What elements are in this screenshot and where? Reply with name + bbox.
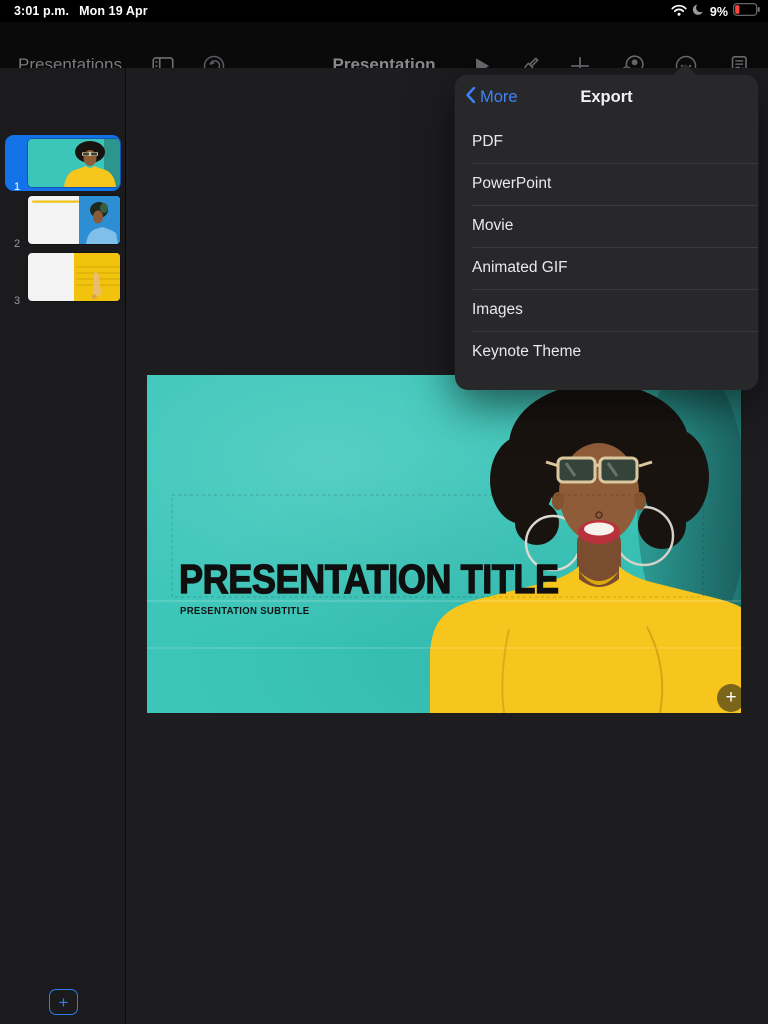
- do-not-disturb-moon-icon: [692, 3, 706, 21]
- slide-thumbnail-row-3[interactable]: 3: [0, 253, 126, 309]
- slide-navigator-sidebar: 1 2 3 +: [0, 68, 126, 1024]
- status-date: Mon 19 Apr: [79, 4, 148, 18]
- toolbar: Presentations Presentation: [0, 22, 768, 77]
- slide-thumbnail-row-1[interactable]: 1: [0, 135, 126, 195]
- sunglasses: [545, 456, 653, 484]
- menu-item-movie[interactable]: Movie: [455, 205, 758, 247]
- status-bar: 3:01 p.m. Mon 19 Apr 9%: [0, 0, 768, 22]
- slide-3-thumbnail[interactable]: [28, 253, 120, 301]
- slide-number: 2: [13, 238, 21, 250]
- menu-item-keynote-theme[interactable]: Keynote Theme: [455, 331, 758, 373]
- slide-number: 3: [13, 295, 21, 307]
- slide-2-thumbnail[interactable]: [28, 196, 120, 244]
- wifi-icon: [671, 3, 687, 21]
- plus-icon: +: [58, 992, 69, 1012]
- export-menu: PDF PowerPoint Movie Animated GIF Images…: [455, 121, 758, 373]
- slide-editor[interactable]: PRESENTATION TITLE PRESENTATION SUBTITLE…: [147, 375, 741, 713]
- popover-back-label: More: [480, 88, 518, 106]
- export-popover: More Export PDF PowerPoint Movie Animate…: [455, 63, 758, 390]
- battery-percent: 9%: [709, 5, 728, 19]
- status-indicators: 9%: [671, 3, 760, 21]
- slide-thumbnail-row-2[interactable]: 2: [0, 196, 126, 252]
- slide-subtitle-text[interactable]: PRESENTATION SUBTITLE: [180, 606, 309, 617]
- popover-header: More Export: [455, 75, 758, 121]
- battery-icon: [733, 3, 760, 21]
- status-time-date: 3:01 p.m. Mon 19 Apr: [14, 4, 158, 18]
- menu-item-images[interactable]: Images: [455, 289, 758, 331]
- menu-item-powerpoint[interactable]: PowerPoint: [455, 163, 758, 205]
- status-time: 3:01 p.m.: [14, 4, 70, 18]
- plus-icon: +: [725, 687, 737, 708]
- slide-number: 1: [13, 181, 21, 193]
- add-object-button[interactable]: +: [717, 684, 741, 712]
- slide-1-thumbnail[interactable]: [28, 139, 120, 187]
- slide-title-text[interactable]: PRESENTATION TITLE: [178, 555, 559, 603]
- keynote-app: 3:01 p.m. Mon 19 Apr 9% Presentations Pr…: [0, 0, 768, 1024]
- slide-photo-image: [147, 375, 741, 713]
- menu-item-animated-gif[interactable]: Animated GIF: [455, 247, 758, 289]
- add-slide-button[interactable]: +: [49, 989, 78, 1015]
- menu-item-pdf[interactable]: PDF: [455, 121, 758, 163]
- popover-back-button[interactable]: More: [465, 86, 518, 109]
- chevron-left-icon: [465, 86, 476, 109]
